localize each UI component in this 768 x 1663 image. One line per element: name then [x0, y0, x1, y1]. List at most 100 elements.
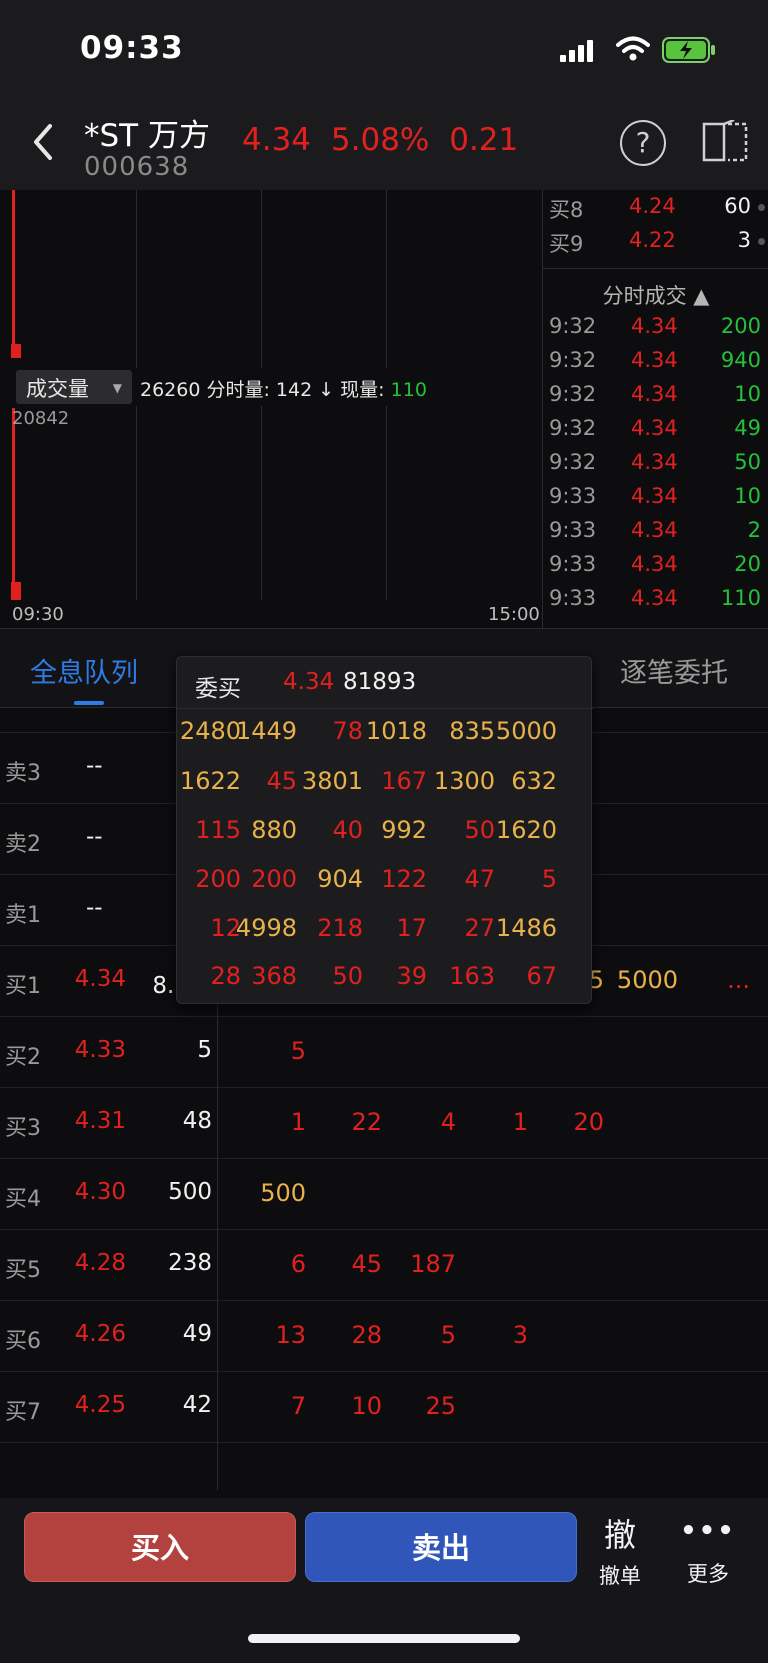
bid-row-4[interactable]: 买4 4.30 500 500 — [0, 1159, 768, 1230]
popup-header: 委买 4.34 81893 — [177, 657, 593, 709]
queue-order: 187 — [410, 1250, 456, 1278]
tick-row: 9:32 4.34 940 — [543, 344, 768, 380]
indicator-select[interactable]: 成交量 ▼ — [16, 370, 132, 404]
queue-order-cell: 12 — [210, 914, 241, 942]
queue-order: 28 — [351, 1321, 382, 1349]
tick-time: 9:33 — [549, 552, 597, 576]
tick-volume: 2 — [747, 518, 761, 542]
bid-label: 买6 — [5, 1329, 41, 1354]
ask-price: -- — [86, 895, 103, 921]
queue-order-cell: 28 — [210, 962, 241, 990]
queue-order-cell: 17 — [396, 914, 427, 942]
bid-volume: 3 — [737, 228, 751, 252]
bid-level-9: 买9 4.22 3 — [543, 224, 768, 260]
dot-icon — [758, 204, 765, 211]
cancel-order-label: 撤单 — [599, 1564, 641, 1588]
tick-volume: 110 — [720, 586, 761, 610]
tick-time: 9:32 — [549, 450, 597, 474]
bid-queue-popup[interactable]: 委买 4.34 81893 2480 1449 78 1018 835 5000 1622 4… — [176, 656, 593, 1004]
queue-order-cell: 2480 — [179, 717, 241, 745]
tick-time: 9:32 — [549, 416, 597, 440]
bid-price: 4.31 — [74, 1108, 126, 1134]
queue-order: 25 — [425, 1392, 456, 1420]
bid-price: 4.25 — [74, 1392, 126, 1418]
queue-order-cell: 1622 — [179, 767, 241, 795]
tick-time: 9:32 — [549, 314, 597, 338]
queue-order-cell: 835 — [449, 717, 495, 745]
tick-volume: 50 — [734, 450, 761, 474]
tick-row: 9:33 4.34 20 — [543, 548, 768, 584]
ticks-header[interactable]: 分时成交 ▲ — [543, 276, 768, 312]
dot-icon — [758, 238, 765, 245]
bid-price: 4.26 — [74, 1321, 126, 1347]
more-button[interactable]: ••• 更多 — [680, 1516, 736, 1588]
bid-row-2[interactable]: 买2 4.33 5 5 — [0, 1017, 768, 1088]
queue-order: 10 — [351, 1392, 382, 1420]
tab-order-by-order[interactable]: 逐笔委托 — [620, 651, 728, 690]
tick-row: 9:33 4.34 2 — [543, 514, 768, 550]
queue-order-cell: 47 — [464, 865, 495, 893]
intraday-chart[interactable]: 成交量 ▼ 26260 分时量: 142 ↓ 现量: 110 20842 09:… — [0, 190, 542, 628]
volume-info: 26260 分时量: 142 ↓ 现量: 110 — [140, 375, 427, 402]
tick-time: 9:33 — [549, 586, 597, 610]
sell-button[interactable]: 卖出 — [305, 1512, 577, 1582]
price-quote: 4.34 5.08% 0.21 — [242, 122, 518, 158]
bid-row-5[interactable]: 买5 4.28 238 6 45 187 — [0, 1230, 768, 1301]
tick-time: 9:32 — [549, 348, 597, 372]
queue-order-cell: 50 — [464, 816, 495, 844]
back-icon[interactable] — [28, 120, 60, 164]
book-divider — [217, 1000, 218, 1490]
tick-price: 4.34 — [631, 518, 678, 542]
right-panel: 买8 4.24 60 买9 4.22 3 分时成交 ▲ 9:32 4.34 200 … — [542, 190, 768, 628]
tick-volume: 49 — [734, 416, 761, 440]
cancel-order-button[interactable]: 撤 撤单 — [596, 1510, 644, 1590]
queue-order-cell: 78 — [332, 717, 363, 745]
more-label: 更多 — [687, 1562, 729, 1586]
bid-volume: 500 — [168, 1179, 212, 1205]
help-icon[interactable]: ? — [620, 120, 666, 166]
queue-order: 3 — [512, 1321, 528, 1349]
queue-order-cell: 4998 — [235, 914, 297, 942]
volume-axis-max: 20842 — [12, 408, 70, 429]
tick-volume: 20 — [734, 552, 761, 576]
queue-order: 20 — [573, 1108, 604, 1136]
stock-code: 000638 — [84, 152, 190, 182]
queue-order-cell: 904 — [317, 865, 363, 893]
header: 09:33 *ST 万方 000638 4.34 5.08% 0.21 ? — [0, 0, 768, 190]
queue-order: 13 — [275, 1321, 306, 1349]
bid-label: 买3 — [5, 1116, 41, 1141]
tick-row: 9:33 4.34 110 — [543, 582, 768, 618]
tab-full-queue[interactable]: 全息队列 — [30, 651, 138, 690]
tick-volume: 10 — [734, 484, 761, 508]
queue-order-cell: 368 — [251, 962, 297, 990]
layout-switch-icon[interactable] — [702, 120, 750, 164]
popup-price: 4.34 — [283, 669, 335, 695]
queue-order: 5000 — [616, 966, 678, 994]
queue-order: 22 — [351, 1108, 382, 1136]
tick-price: 4.34 — [631, 382, 678, 406]
queue-order: 500 — [260, 1179, 306, 1207]
queue-order-cell: 1449 — [235, 717, 297, 745]
bid-row-7[interactable]: 买7 4.25 42 7 10 25 — [0, 1372, 768, 1443]
current-volume: 110 — [390, 379, 427, 401]
bid-row-3[interactable]: 买3 4.31 48 1 22 4 1 20 — [0, 1088, 768, 1159]
time-axis-start: 09:30 — [12, 604, 64, 625]
tick-row: 9:33 4.34 10 — [543, 480, 768, 516]
status-time: 09:33 — [80, 30, 184, 66]
queue-order-cell: 122 — [381, 865, 427, 893]
queue-order-cell: 67 — [526, 962, 557, 990]
ask-label: 卖1 — [5, 903, 41, 928]
queue-order-cell: 632 — [511, 767, 557, 795]
bid-row-6[interactable]: 买6 4.26 49 13 28 5 3 — [0, 1301, 768, 1372]
queue-order-cell: 115 — [195, 816, 241, 844]
time-axis-end: 15:00 — [488, 604, 540, 625]
queue-more-icon[interactable]: ... — [690, 966, 750, 994]
tick-row: 9:32 4.34 10 — [543, 378, 768, 414]
buy-button[interactable]: 买入 — [24, 1512, 296, 1582]
tick-price: 4.34 — [631, 314, 678, 338]
queue-order: 7 — [290, 1392, 306, 1420]
tick-row: 9:32 4.34 49 — [543, 412, 768, 448]
tick-volume: 10 — [734, 382, 761, 406]
more-dots-icon: ••• — [680, 1516, 736, 1546]
queue-order: 5 — [440, 1321, 456, 1349]
